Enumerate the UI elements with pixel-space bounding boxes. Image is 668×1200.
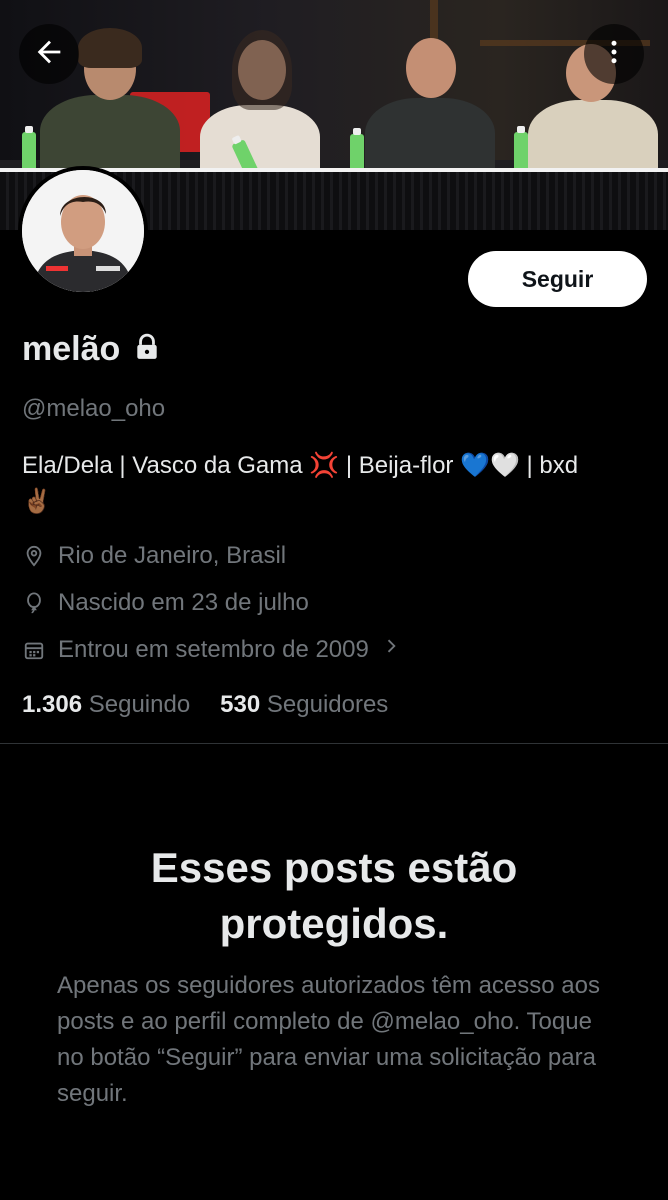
profile-avatar[interactable]: [18, 166, 148, 296]
banner-person-hair: [232, 30, 292, 110]
profile-location: Rio de Janeiro, Brasil: [22, 542, 286, 570]
more-vertical-icon: [599, 37, 629, 72]
location-pin-icon: [22, 544, 46, 568]
lock-icon: [134, 333, 160, 366]
more-options-button[interactable]: [584, 24, 644, 84]
followers-count: 530: [220, 691, 261, 718]
profile-handle: @melao_oho: [22, 395, 166, 422]
profile-stats: 1.306 Seguindo 530 Seguidores: [22, 691, 388, 719]
chevron-right-icon: [381, 635, 401, 664]
followers-link[interactable]: 530 Seguidores: [220, 691, 388, 719]
balloon-icon: [22, 591, 46, 615]
bio-line: ✌🏾: [22, 488, 52, 515]
following-count: 1.306: [22, 691, 83, 718]
location-text: Rio de Janeiro, Brasil: [58, 542, 287, 569]
birthday-text: Nascido em 23 de julho: [58, 589, 309, 616]
bio-line: Ela/Dela | Vasco da Gama 💢 | Beija-flor …: [22, 452, 579, 479]
followers-label: Seguidores: [266, 691, 389, 718]
profile-name-row: melão: [22, 330, 160, 369]
arrow-left-icon: [32, 35, 66, 74]
banner-person-hair: [78, 28, 142, 68]
protected-title-line: protegidos.: [219, 900, 449, 947]
avatar-image: [22, 170, 144, 292]
following-label: Seguindo: [88, 691, 191, 718]
protected-title: Esses posts estão protegidos.: [0, 840, 668, 952]
protected-title-line: Esses posts estão: [150, 844, 518, 891]
profile-bio: Ela/Dela | Vasco da Gama 💢 | Beija-flor …: [22, 448, 647, 520]
banner-person-head: [406, 38, 456, 98]
joined-text: Entrou em setembro de 2009: [58, 635, 369, 663]
profile-birthday: Nascido em 23 de julho: [22, 589, 309, 617]
divider: [0, 743, 668, 744]
protected-message: Apenas os seguidores autorizados têm ace…: [57, 972, 600, 1107]
display-name: melão: [22, 330, 121, 368]
calendar-icon: [22, 638, 46, 662]
back-button[interactable]: [19, 24, 79, 84]
following-link[interactable]: 1.306 Seguindo: [22, 691, 190, 719]
profile-joined[interactable]: Entrou em setembro de 2009: [22, 635, 401, 664]
banner-beam: [430, 0, 438, 40]
follow-button[interactable]: Seguir: [468, 251, 647, 307]
